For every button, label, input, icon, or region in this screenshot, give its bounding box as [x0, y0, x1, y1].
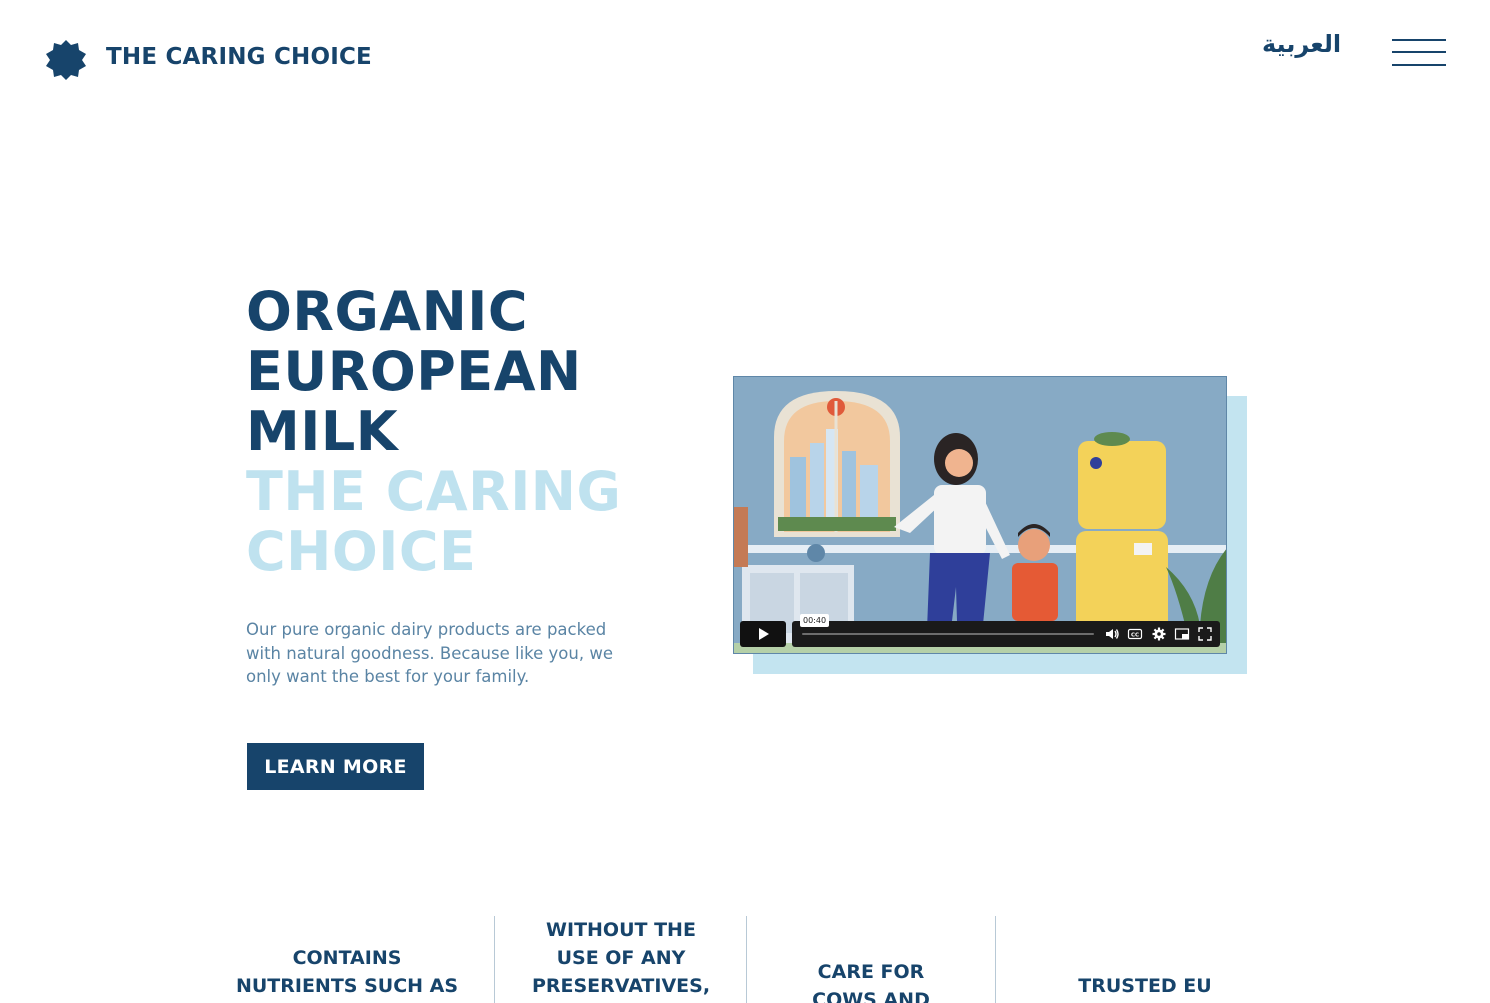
- feature-line: CARE FOR: [817, 961, 925, 983]
- feature-divider: [995, 916, 996, 1003]
- hamburger-menu-icon[interactable]: [1392, 38, 1446, 68]
- feature-line: PRESERVATIVES,: [531, 975, 711, 997]
- feature-no-preservatives: WITHOUT THE USE OF ANY PRESERVATIVES,: [508, 916, 734, 1003]
- feature-trusted-eu: TRUSTED EU: [1010, 916, 1280, 1003]
- control-bar: 00:40 CC: [792, 614, 1220, 647]
- video-thumbnail-illustration: [734, 377, 1226, 653]
- time-tooltip: 00:40: [800, 614, 830, 627]
- feature-divider: [494, 916, 495, 1003]
- feature-line: CONTAINS: [292, 947, 402, 969]
- language-switch-link[interactable]: العربية: [1262, 30, 1341, 58]
- feature-line: USE OF ANY: [556, 947, 686, 969]
- feature-nutrients: CONTAINS NUTRIENTS SUCH AS: [232, 916, 462, 1003]
- settings-icon[interactable]: [1151, 626, 1167, 642]
- feature-line: WITHOUT THE: [546, 919, 696, 941]
- feature-line: TRUSTED EU: [1078, 975, 1212, 997]
- badge-star-icon[interactable]: [46, 40, 86, 80]
- hero-title: ORGANIC EUROPEAN MILK THE CARING CHOICE: [246, 282, 666, 582]
- hero-title-line: MILK: [246, 400, 399, 463]
- page: THE CARING CHOICE العربية ORGANIC EUROPE…: [0, 0, 1490, 1003]
- progress-slider[interactable]: 00:40: [800, 614, 1094, 635]
- video-player[interactable]: 00:40 CC: [733, 376, 1227, 654]
- brand-name[interactable]: THE CARING CHOICE: [106, 44, 372, 70]
- hero-subtitle-line: CHOICE: [246, 520, 477, 583]
- feature-line: COWS AND: [812, 989, 930, 1003]
- hero-description: Our pure organic dairy products are pack…: [246, 620, 613, 686]
- feature-care-for-cows: CARE FOR COWS AND: [760, 916, 982, 1003]
- svg-text:CC: CC: [1131, 633, 1139, 639]
- play-icon[interactable]: [740, 621, 786, 647]
- hero-title-line: EUROPEAN: [246, 340, 582, 403]
- captions-icon[interactable]: CC: [1127, 626, 1143, 642]
- hero-subtitle-line: THE CARING: [246, 460, 622, 523]
- fullscreen-icon[interactable]: [1197, 626, 1213, 642]
- picture-in-picture-icon[interactable]: [1174, 626, 1190, 642]
- volume-icon[interactable]: [1104, 626, 1120, 642]
- video-controls: 00:40 CC: [740, 614, 1220, 647]
- feature-line: NUTRIENTS SUCH AS: [235, 975, 459, 997]
- learn-more-button[interactable]: LEARN MORE: [247, 743, 424, 790]
- hero-title-line: ORGANIC: [246, 280, 529, 343]
- feature-divider: [746, 916, 747, 1003]
